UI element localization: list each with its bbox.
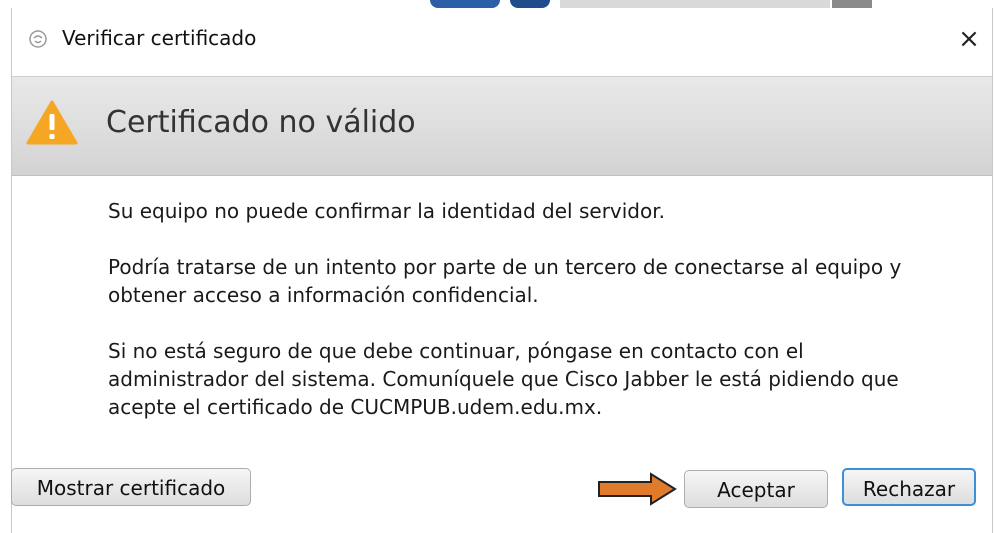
annotation-arrow-icon [598, 472, 677, 506]
show-certificate-button[interactable]: Mostrar certificado [11, 468, 251, 506]
message-paragraph: Si no está seguro de que debe continuar,… [108, 337, 968, 421]
accept-button[interactable]: Aceptar [684, 470, 828, 508]
message-line: administrador del sistema. Comuníquele q… [108, 367, 899, 391]
message-line: obtener acceso a información confidencia… [108, 283, 539, 307]
title-bar: Verificar certificado × [12, 8, 992, 76]
message-body: Su equipo no puede confirmar la identida… [108, 197, 968, 449]
background-element [560, 0, 830, 8]
window-title: Verificar certificado [62, 26, 257, 50]
header-title: Certificado no válido [106, 105, 416, 140]
certificate-dialog: Verificar certificado × Certificado no v… [11, 8, 993, 533]
warning-header: Certificado no válido [12, 76, 992, 176]
background-element [832, 0, 872, 8]
message-line: acepte el certificado de CUCMPUB.udem.ed… [108, 395, 603, 419]
background-element [430, 0, 500, 8]
message-line: Podría tratarse de un intento por parte … [108, 255, 902, 279]
message-line: Su equipo no puede confirmar la identida… [108, 199, 665, 223]
warning-icon [26, 100, 78, 145]
jabber-app-icon [29, 30, 47, 48]
background-element [510, 0, 550, 8]
close-icon: × [958, 24, 980, 54]
message-line: Si no está seguro de que debe continuar,… [108, 339, 804, 363]
reject-button[interactable]: Rechazar [842, 468, 976, 506]
message-paragraph: Podría tratarse de un intento por parte … [108, 253, 968, 309]
message-paragraph: Su equipo no puede confirmar la identida… [108, 197, 968, 225]
close-button[interactable]: × [946, 16, 992, 62]
background-window-strip [0, 0, 994, 8]
